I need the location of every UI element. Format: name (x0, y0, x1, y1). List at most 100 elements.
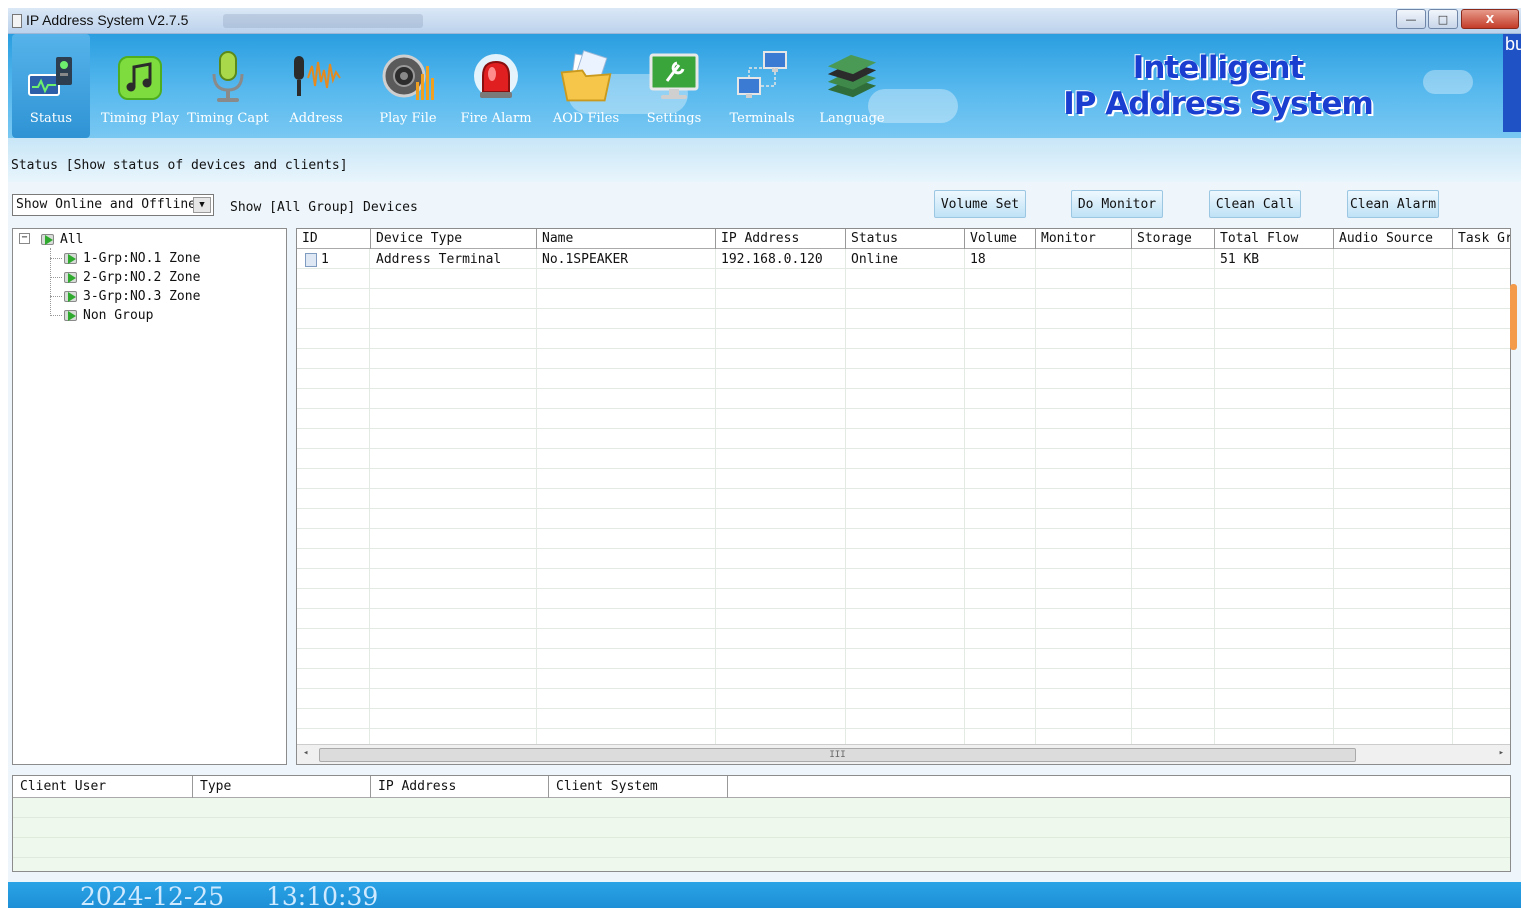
toolbar-play-file[interactable]: Play File (368, 34, 448, 138)
column-divider (1131, 249, 1132, 747)
tree-node-group-1[interactable]: 1-Grp:NO.1 Zone (63, 249, 200, 267)
tree-node-group-3[interactable]: 3-Grp:NO.3 Zone (63, 287, 200, 305)
maximize-button[interactable]: □ (1428, 9, 1458, 29)
tree-collapse-toggle[interactable]: − (19, 233, 30, 244)
toolbar-fire-alarm[interactable]: Fire Alarm (456, 34, 536, 138)
online-filter-dropdown[interactable]: Show Online and Offline ▼ (12, 194, 214, 216)
toolbar-language[interactable]: Language (812, 34, 892, 138)
column-divider (1333, 249, 1334, 747)
column-header-client-system[interactable]: Client System (549, 776, 728, 798)
column-header-total-flow[interactable]: Total Flow (1214, 229, 1333, 249)
column-header-task-group[interactable]: Task Gr (1452, 229, 1510, 249)
device-group-icon (63, 289, 79, 303)
tree-node-label: 3-Grp:NO.3 Zone (83, 288, 201, 304)
column-divider (369, 249, 370, 747)
close-button[interactable]: X (1461, 9, 1519, 29)
toolbar-status[interactable]: Status (12, 34, 90, 138)
scroll-right-icon[interactable]: ▸ (1499, 748, 1504, 758)
toolbar-terminals[interactable]: Terminals (722, 34, 802, 138)
device-group-icon (63, 251, 79, 265)
group-caption: Show [All Group] Devices (230, 200, 418, 215)
tree-node-all[interactable]: All (40, 230, 83, 248)
toolbar-address[interactable]: Address (276, 34, 356, 138)
toolbar-timing-play[interactable]: Timing Play (98, 34, 182, 138)
column-header-device-type[interactable]: Device Type (370, 229, 536, 249)
tree-node-label: All (60, 231, 84, 247)
edge-panel-tab[interactable]: bu (1503, 34, 1521, 132)
toolbar-label: Address (289, 111, 343, 126)
toolbar-label: Settings (646, 111, 702, 126)
main-toolbar: Status Timing Play Timing Capt Address P… (8, 34, 1521, 138)
volume-set-button[interactable]: Volume Set (934, 190, 1026, 218)
column-header-audio-source[interactable]: Audio Source (1333, 229, 1452, 249)
toolbar-label: Timing Play (100, 111, 180, 126)
column-header-status[interactable]: Status (845, 229, 964, 249)
window-title: IP Address System V2.7.5 (26, 12, 189, 28)
column-header-id[interactable]: ID (297, 229, 370, 249)
status-monitor-icon (23, 50, 79, 106)
page-title: Status [Show status of devices and clien… (11, 158, 348, 173)
tree-connector (50, 277, 62, 278)
brand-logo: Intelligent IP Address System (1053, 50, 1383, 122)
toolbar-label: Timing Capt (187, 111, 269, 126)
column-header-client-user[interactable]: Client User (13, 776, 193, 798)
music-note-icon (112, 50, 168, 106)
tree-node-non-group[interactable]: Non Group (63, 306, 153, 324)
vertical-scrollbar-thumb[interactable] (1510, 284, 1517, 350)
table-gridlines (297, 249, 1510, 747)
toolbar-label: Play File (379, 111, 437, 126)
table-gridlines (13, 798, 1510, 871)
column-header-volume[interactable]: Volume (964, 229, 1035, 249)
page-header: Status [Show status of devices and clien… (8, 138, 1521, 182)
brand-line-1: Intelligent (1132, 50, 1304, 86)
status-date: 2024-12-25 (80, 882, 225, 908)
column-header-ip-address[interactable]: IP Address (371, 776, 549, 798)
scroll-left-icon[interactable]: ◂ (303, 748, 308, 758)
do-monitor-button[interactable]: Do Monitor (1071, 190, 1163, 218)
status-bar: 2024-12-25 13:10:39 (8, 882, 1521, 908)
network-terminals-icon (734, 50, 790, 106)
column-header-storage[interactable]: Storage (1131, 229, 1214, 249)
table-cell-ip-address[interactable]: 192.168.0.120 (716, 250, 828, 270)
device-group-icon (63, 270, 79, 284)
column-divider (536, 249, 537, 747)
table-cell-device-type[interactable]: Address Terminal (371, 250, 506, 270)
device-table: ID Device Type Name IP Address Status Vo… (296, 228, 1511, 765)
table-cell-name[interactable]: No.1SPEAKER (537, 250, 633, 270)
client-table: Client User Type IP Address Client Syste… (12, 775, 1511, 872)
alarm-light-icon (468, 50, 524, 106)
horizontal-scrollbar[interactable]: ◂ III ▸ (297, 744, 1510, 764)
minimize-button[interactable]: — (1396, 9, 1426, 29)
tree-node-label: 2-Grp:NO.2 Zone (83, 269, 201, 285)
tree-node-label: 1-Grp:NO.1 Zone (83, 250, 201, 266)
clean-alarm-button[interactable]: Clean Alarm (1347, 190, 1439, 218)
cloud-decoration (1423, 70, 1473, 94)
toolbar-settings[interactable]: Settings (634, 34, 714, 138)
column-header-ip-address[interactable]: IP Address (715, 229, 845, 249)
toolbar-label: Status (29, 111, 73, 126)
table-header: Client User Type IP Address Client Syste… (13, 776, 1510, 798)
toolbar-label: Terminals (729, 111, 795, 126)
column-header-type[interactable]: Type (193, 776, 371, 798)
toolbar-label: Language (819, 111, 885, 126)
device-group-icon (63, 308, 79, 322)
toolbar-label: AOD Files (552, 111, 620, 126)
status-time: 13:10:39 (266, 882, 379, 908)
table-cell-status[interactable]: Online (846, 250, 903, 270)
chevron-down-icon[interactable]: ▼ (193, 197, 211, 213)
toolbar-timing-capt[interactable]: Timing Capt (186, 34, 270, 138)
brand-line-2: IP Address System (1063, 86, 1374, 122)
clean-call-button[interactable]: Clean Call (1209, 190, 1301, 218)
dropdown-value: Show Online and Offline (16, 197, 197, 212)
column-divider (964, 249, 965, 747)
toolbar-aod-files[interactable]: AOD Files (546, 34, 626, 138)
title-bar: IP Address System V2.7.5 — □ X (8, 8, 1521, 34)
scrollbar-thumb[interactable]: III (319, 748, 1356, 762)
table-cell-volume[interactable]: 18 (965, 250, 991, 270)
toolbar-label: Fire Alarm (460, 111, 532, 126)
tree-node-group-2[interactable]: 2-Grp:NO.2 Zone (63, 268, 200, 286)
table-cell-total-flow[interactable]: 51 KB (1215, 250, 1264, 270)
table-cell-id[interactable]: 1 (300, 250, 334, 270)
column-header-monitor[interactable]: Monitor (1035, 229, 1131, 249)
column-header-name[interactable]: Name (536, 229, 715, 249)
